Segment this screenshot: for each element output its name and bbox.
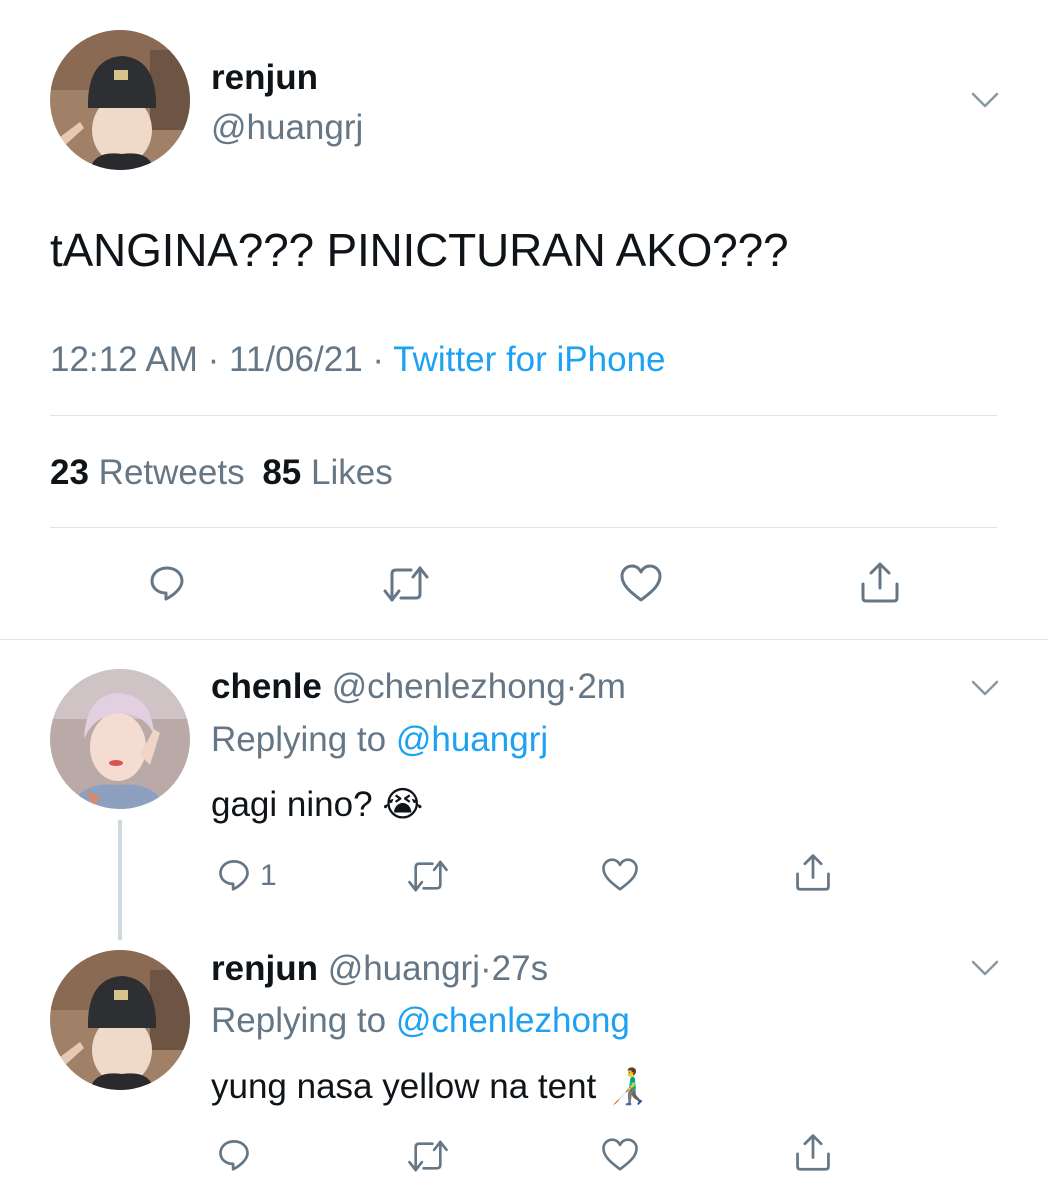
like-icon[interactable] xyxy=(600,857,640,892)
author-handle[interactable]: @huangrj xyxy=(211,108,363,148)
like-icon[interactable] xyxy=(618,563,664,603)
reply-avatar[interactable] xyxy=(50,950,190,1090)
author-avatar[interactable] xyxy=(50,30,190,170)
meta-separator: · xyxy=(565,667,578,706)
reply-age: 2m xyxy=(577,667,626,706)
section-divider xyxy=(0,639,1048,640)
thread-line xyxy=(118,820,122,940)
reply-age: 27s xyxy=(491,949,549,988)
chevron-down-icon[interactable] xyxy=(970,958,1000,978)
reply-display-name[interactable]: renjun xyxy=(211,949,318,988)
replying-to-line: Replying to @huangrj xyxy=(211,720,548,760)
reply-icon[interactable] xyxy=(147,562,187,602)
tweet-source-link[interactable]: Twitter for iPhone xyxy=(393,340,665,379)
retweets-count: 23 xyxy=(50,453,89,492)
reply-icon[interactable] xyxy=(216,856,252,892)
retweet-icon[interactable] xyxy=(381,564,431,604)
likes-stat[interactable]: 85 Likes xyxy=(262,453,392,492)
tweet-stats: 23 Retweets 85 Likes xyxy=(50,453,393,493)
replying-to-handle[interactable]: @chenlezhong xyxy=(396,1001,630,1040)
tweet-text: tANGINA??? PINICTURAN AKO??? xyxy=(50,224,789,276)
reply-handle[interactable]: @chenlezhong xyxy=(332,667,566,706)
reply-text-body: gagi nino? xyxy=(211,785,373,824)
reply-icon[interactable] xyxy=(216,1136,252,1172)
avatar-image xyxy=(50,30,190,170)
person-with-cane-emoji: 👨‍🦯 xyxy=(606,1067,650,1106)
reply-display-name[interactable]: chenle xyxy=(211,667,322,706)
chevron-down-icon[interactable] xyxy=(970,678,1000,698)
like-icon[interactable] xyxy=(600,1137,640,1172)
replying-to-line: Replying to @chenlezhong xyxy=(211,1001,630,1041)
tweet-date: 11/06/21 xyxy=(229,340,363,379)
chevron-down-icon[interactable] xyxy=(970,90,1000,110)
retweet-icon[interactable] xyxy=(406,1138,450,1174)
divider xyxy=(50,415,997,416)
reply-text: yung nasa yellow na tent 👨‍🦯 xyxy=(211,1066,650,1107)
avatar-image xyxy=(50,669,190,809)
retweets-stat[interactable]: 23 Retweets xyxy=(50,453,254,492)
tweet-meta: 12:12 AM · 11/06/21 · Twitter for iPhone xyxy=(50,340,666,380)
share-icon[interactable] xyxy=(793,1132,833,1172)
replying-to-handle[interactable]: @huangrj xyxy=(396,720,548,759)
reply-header: renjun @huangrj·27s xyxy=(211,949,548,989)
avatar-image xyxy=(50,950,190,1090)
meta-separator: · xyxy=(372,340,385,379)
replying-to-prefix: Replying to xyxy=(211,720,387,759)
tweet-time: 12:12 AM xyxy=(50,340,198,379)
likes-count: 85 xyxy=(262,453,302,492)
reply-avatar[interactable] xyxy=(50,669,190,809)
retweets-label: Retweets xyxy=(98,453,245,492)
crying-face-emoji: 😭 xyxy=(382,785,424,824)
share-icon[interactable] xyxy=(793,852,833,892)
likes-label: Likes xyxy=(310,453,393,492)
reply-handle[interactable]: @huangrj xyxy=(328,949,480,988)
meta-separator: · xyxy=(207,340,220,379)
meta-separator: · xyxy=(479,949,492,988)
share-icon[interactable] xyxy=(858,560,902,604)
retweet-icon[interactable] xyxy=(406,858,450,894)
reply-text: gagi nino? 😭 xyxy=(211,785,423,825)
reply-header: chenle @chenlezhong·2m xyxy=(211,667,626,707)
author-display-name[interactable]: renjun xyxy=(211,58,318,98)
replying-to-prefix: Replying to xyxy=(211,1001,387,1040)
reply-count: 1 xyxy=(260,859,277,892)
divider xyxy=(50,527,997,528)
reply-text-body: yung nasa yellow na tent xyxy=(211,1067,597,1106)
